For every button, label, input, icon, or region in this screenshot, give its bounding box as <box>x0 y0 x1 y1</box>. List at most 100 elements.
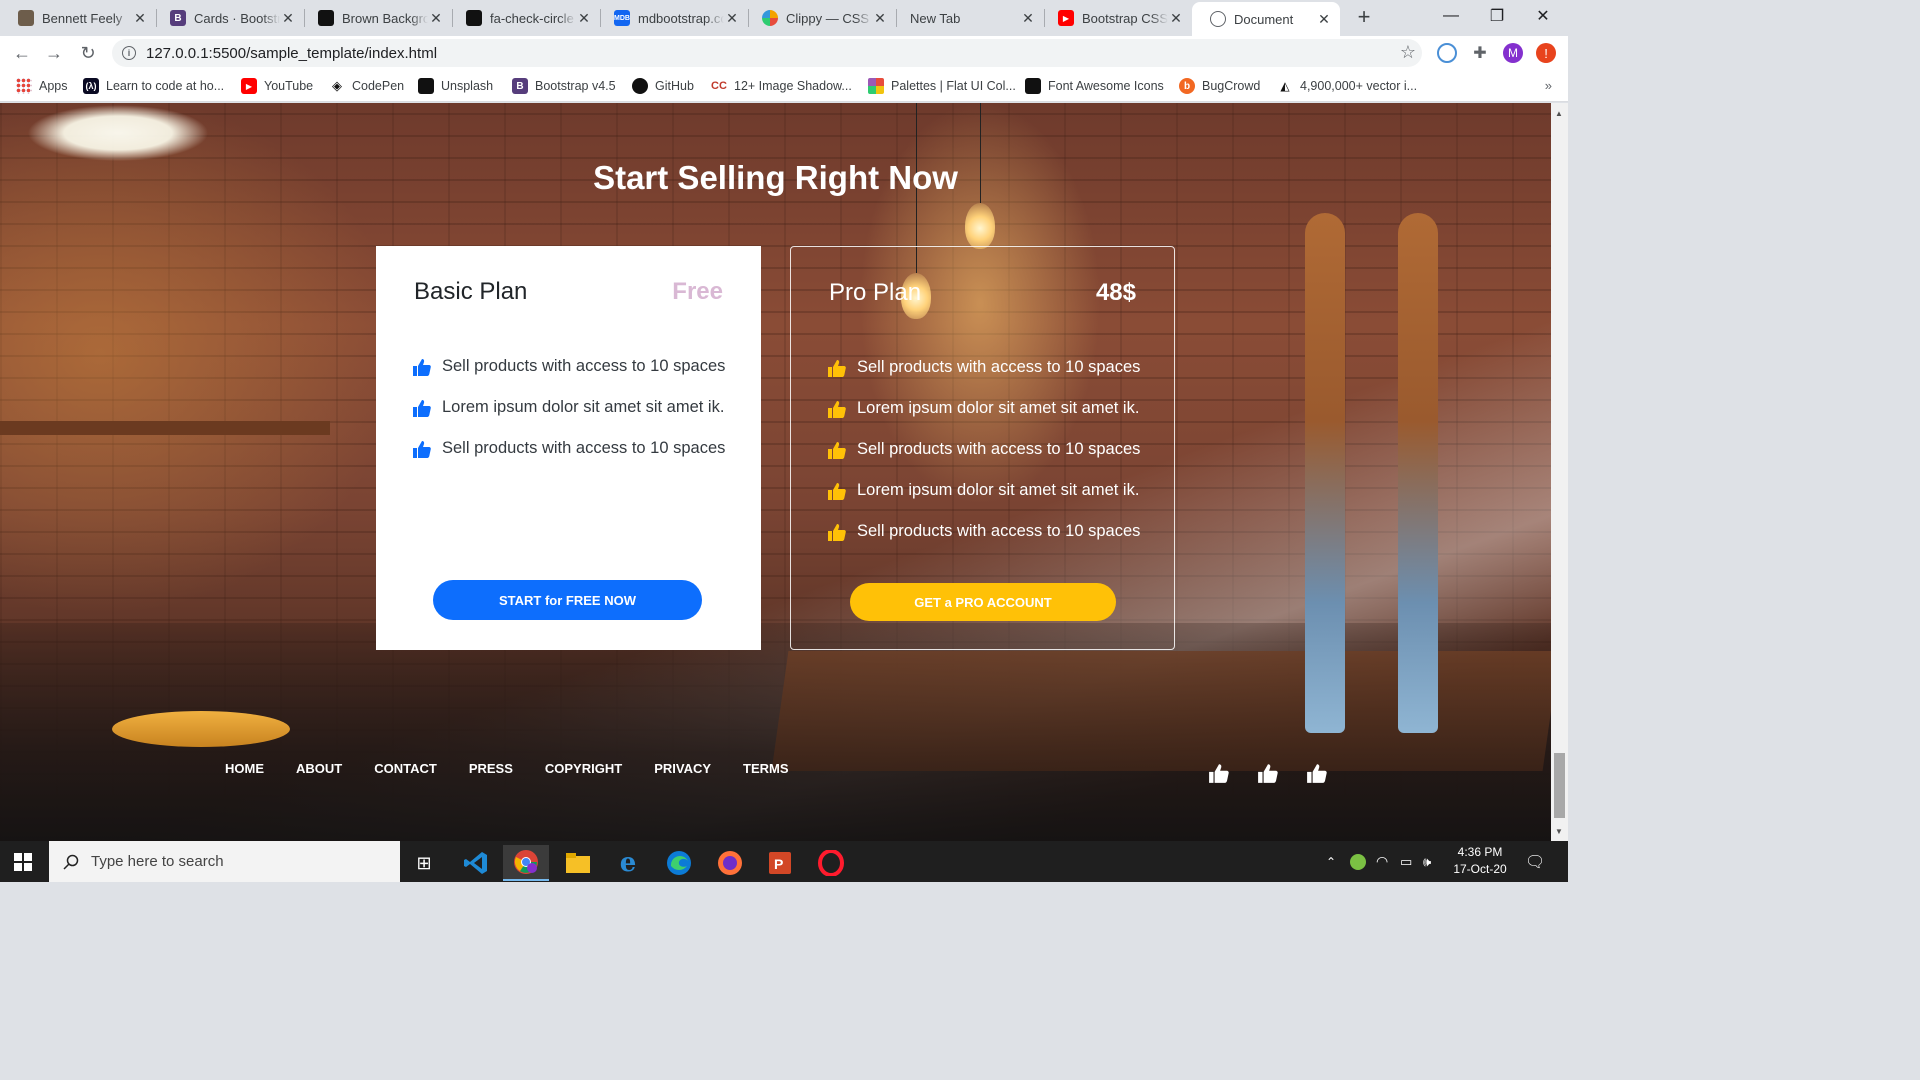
tab-fa-check-circle[interactable]: fa-check-circle ✕ <box>448 2 600 34</box>
tab-title: Cards · Bootstrap <box>194 10 280 26</box>
bookmark-font-awesome[interactable]: Font Awesome Icons <box>1025 77 1164 95</box>
bookmark-bugcrowd[interactable]: b BugCrowd <box>1179 77 1260 95</box>
tab-bennett-feely[interactable]: Bennett Feely ✕ <box>0 2 156 34</box>
info-icon[interactable]: i <box>122 46 136 60</box>
bookmark-label: Font Awesome Icons <box>1048 79 1164 93</box>
bookmark-github[interactable]: GitHub <box>632 77 694 95</box>
get-pro-button[interactable]: GET a PRO ACCOUNT <box>850 583 1116 621</box>
page-scrollbar[interactable]: ▲ ▼ <box>1551 103 1568 841</box>
footer-nav: HOME ABOUT CONTACT PRESS COPYRIGHT PRIVA… <box>225 761 821 776</box>
footer-link-contact[interactable]: CONTACT <box>374 761 437 776</box>
thumbs-up-icon[interactable] <box>1257 763 1279 783</box>
bookmark-image-shadow[interactable]: CC 12+ Image Shadow... <box>711 77 852 95</box>
bootstrap-icon: B <box>512 78 528 94</box>
vscode-icon[interactable] <box>453 845 499 881</box>
bookmark-unsplash[interactable]: Unsplash <box>418 77 493 95</box>
palette-icon <box>868 78 884 94</box>
start-free-button[interactable]: START for FREE NOW <box>433 580 702 620</box>
bookmark-youtube[interactable]: ▶ YouTube <box>241 77 313 95</box>
profile-avatar[interactable]: M <box>1503 43 1523 63</box>
bookmark-bootstrap[interactable]: B Bootstrap v4.5 <box>512 77 616 95</box>
windows-taskbar: Type here to search ⊞ e P ⌃ ◠ ▭ 🕪 4:36 P… <box>0 841 1568 882</box>
footer-link-copyright[interactable]: COPYRIGHT <box>545 761 622 776</box>
tab-new-tab[interactable]: New Tab ✕ <box>892 2 1044 34</box>
bookmark-vectors[interactable]: ◭ 4,900,000+ vector i... <box>1277 77 1417 95</box>
close-window-button[interactable]: ✕ <box>1520 0 1566 32</box>
bookmark-flat-ui-palettes[interactable]: Palettes | Flat UI Col... <box>868 77 1016 95</box>
bookmark-label: Bootstrap v4.5 <box>535 79 616 93</box>
close-icon[interactable]: ✕ <box>1168 10 1184 27</box>
bookmark-star-icon[interactable]: ☆ <box>1400 42 1416 63</box>
footer-link-press[interactable]: PRESS <box>469 761 513 776</box>
firefox-icon[interactable] <box>707 845 753 881</box>
edge-icon[interactable] <box>656 845 702 881</box>
extensions-puzzle-icon[interactable]: ✚ <box>1470 43 1490 63</box>
thumbs-up-icon[interactable] <box>1306 763 1328 783</box>
feature-text: Sell products with access to 10 spaces <box>442 357 726 375</box>
bookmark-label: CodePen <box>352 79 405 93</box>
opera-icon[interactable] <box>808 845 854 881</box>
scroll-down-arrow-icon[interactable]: ▼ <box>1555 827 1563 836</box>
bookmark-label: Learn to code at ho... <box>106 79 225 93</box>
powerpoint-icon[interactable]: P <box>757 845 803 881</box>
close-icon[interactable]: ✕ <box>428 10 444 27</box>
youtube-icon: ▶ <box>241 78 257 94</box>
close-icon[interactable]: ✕ <box>872 10 888 27</box>
show-hidden-icons-chevron-icon[interactable]: ⌃ <box>1326 841 1336 882</box>
reload-button[interactable]: ↻ <box>76 41 100 65</box>
footer-link-about[interactable]: ABOUT <box>296 761 342 776</box>
taskbar-clock[interactable]: 4:36 PM 17-Oct-20 <box>1445 844 1515 878</box>
file-explorer-icon[interactable] <box>555 845 601 881</box>
close-icon[interactable]: ✕ <box>280 10 296 27</box>
wifi-icon[interactable]: ◠ <box>1376 841 1388 882</box>
thumbs-up-icon[interactable] <box>1208 763 1230 783</box>
footer-link-terms[interactable]: TERMS <box>743 761 789 776</box>
address-bar[interactable]: i 127.0.0.1:5500/sample_template/index.h… <box>112 39 1422 67</box>
feature-list: Sell products with access to 10 spaces L… <box>827 347 1140 552</box>
internet-explorer-icon[interactable]: e <box>605 845 651 881</box>
windows-start-icon[interactable] <box>14 853 32 871</box>
bookmark-label: YouTube <box>264 79 314 93</box>
forward-button[interactable]: → <box>42 41 66 65</box>
tab-clippy[interactable]: Clippy — CSS clip-path maker ✕ <box>744 2 896 34</box>
chevron-right-icon[interactable]: » <box>1545 78 1552 93</box>
scrollbar-thumb[interactable] <box>1554 753 1565 818</box>
scroll-up-arrow-icon[interactable]: ▲ <box>1555 109 1563 118</box>
close-icon[interactable]: ✕ <box>1020 10 1036 27</box>
bookmark-label: 4,900,000+ vector i... <box>1300 79 1418 93</box>
close-icon[interactable]: ✕ <box>576 10 592 27</box>
taskbar-search-box[interactable]: Type here to search <box>49 841 400 882</box>
restore-button[interactable]: ❐ <box>1474 0 1520 32</box>
youtube-icon: ▶ <box>1058 10 1074 26</box>
footer-link-home[interactable]: HOME <box>225 761 264 776</box>
update-alert-icon[interactable]: ! <box>1536 43 1556 63</box>
bookmark-codepen[interactable]: ◈ CodePen <box>329 77 404 95</box>
clippy-icon <box>762 10 778 26</box>
tab-document-active[interactable]: Document ✕ <box>1192 2 1340 36</box>
close-icon[interactable]: ✕ <box>132 10 148 27</box>
bootstrap-icon: B <box>170 10 186 26</box>
extension-shield-icon[interactable] <box>1437 43 1457 63</box>
notifications-icon[interactable]: 🗨 <box>1525 841 1545 882</box>
battery-icon[interactable]: ▭ <box>1400 841 1412 882</box>
tray-status-icon[interactable] <box>1350 841 1366 882</box>
footer-link-privacy[interactable]: PRIVACY <box>654 761 711 776</box>
bookmark-label: Unsplash <box>441 79 494 93</box>
close-icon[interactable]: ✕ <box>724 10 740 27</box>
volume-icon[interactable]: 🕪 <box>1423 841 1431 882</box>
task-view-icon[interactable]: ⊞ <box>401 845 447 881</box>
chrome-icon[interactable] <box>503 845 549 881</box>
plan-price: Free <box>672 278 723 305</box>
tab-mdbootstrap[interactable]: MDB mdbootstrap.com ✕ <box>596 2 748 34</box>
close-icon[interactable]: ✕ <box>1316 11 1332 28</box>
feature-item: Lorem ipsum dolor sit amet sit amet ik. <box>827 388 1140 429</box>
background-ski <box>1305 213 1345 733</box>
tab-brown-background[interactable]: Brown Background ✕ <box>300 2 452 34</box>
tab-cards-bootstrap[interactable]: B Cards · Bootstrap ✕ <box>152 2 304 34</box>
bookmark-freecodecamp[interactable]: (λ) Learn to code at ho... <box>83 77 224 95</box>
bookmark-apps[interactable]: Apps <box>16 77 68 95</box>
tab-bootstrap-css[interactable]: ▶ Bootstrap CSS ✕ <box>1040 2 1192 34</box>
back-button[interactable]: ← <box>10 41 34 65</box>
new-tab-button[interactable]: + <box>1352 6 1376 28</box>
minimize-button[interactable]: — <box>1428 0 1474 32</box>
